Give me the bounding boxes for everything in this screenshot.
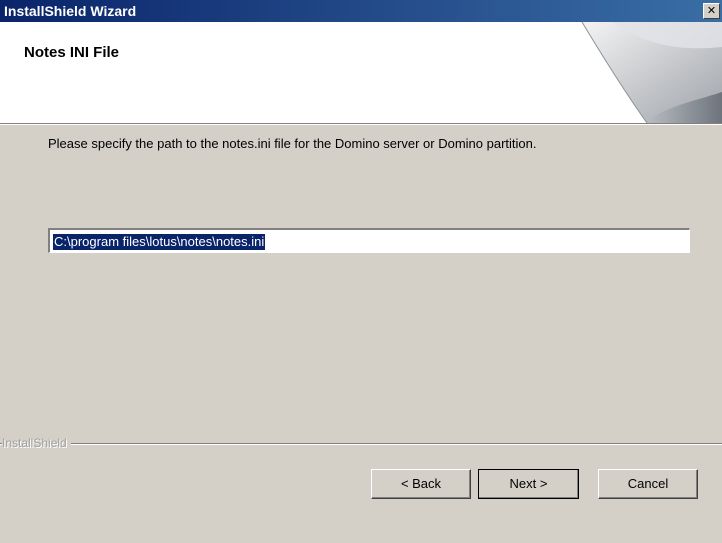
back-button[interactable]: < Back [371,469,471,499]
footer-separator: InstallShield [0,436,722,450]
instruction-text: Please specify the path to the notes.ini… [48,136,537,151]
window-title: InstallShield Wizard [4,3,137,19]
close-button[interactable]: ✕ [703,3,720,19]
wizard-header: Notes INI File [0,22,722,124]
close-icon: ✕ [706,4,717,17]
header-graphic [581,22,722,123]
wizard-body: Please specify the path to the notes.ini… [0,125,722,543]
page-title: Notes INI File [24,44,120,61]
title-bar[interactable]: InstallShield Wizard ✕ [0,0,722,22]
next-button[interactable]: Next > [478,469,579,499]
notes-ini-path-input[interactable]: C:\program files\lotus\notes\notes.ini [48,228,690,253]
separator-rule [0,443,722,445]
installshield-brand-label: InstallShield [2,436,71,450]
installshield-window: InstallShield Wizard ✕ Notes INI File Pl… [0,0,722,543]
path-input-value: C:\program files\lotus\notes\notes.ini [53,234,266,250]
cancel-button[interactable]: Cancel [598,469,698,499]
